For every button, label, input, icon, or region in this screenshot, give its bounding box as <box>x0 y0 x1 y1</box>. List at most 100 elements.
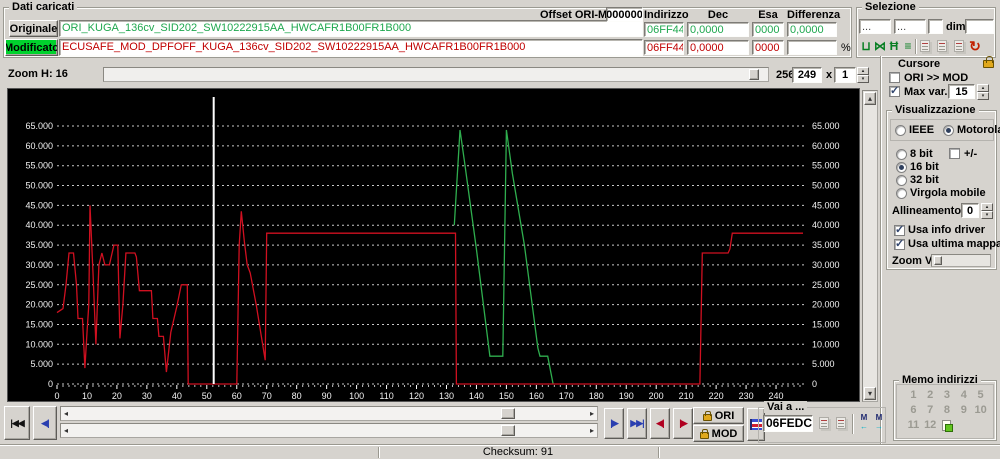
allineamento-spinner[interactable]: ▴ ▾ <box>981 203 993 219</box>
max-var-spinner[interactable]: ▴ ▾ <box>977 84 989 100</box>
motorola-radio[interactable] <box>943 125 954 136</box>
mod-dec-value: 0,0000 <box>687 40 749 55</box>
svg-text:20.000: 20.000 <box>812 300 840 310</box>
address-list-prev-icon[interactable] <box>819 417 829 429</box>
allineamento-input[interactable]: 0 <box>961 203 979 218</box>
lock-mod-label: MOD <box>711 427 738 440</box>
spinner-up-icon[interactable]: ▴ <box>857 67 869 75</box>
lock-icon[interactable] <box>983 56 994 68</box>
virgola-mobile-radio[interactable] <box>896 188 907 199</box>
svg-text:45.000: 45.000 <box>812 200 840 210</box>
lock-ori-label: ORI <box>714 409 735 422</box>
zoom-h-slider-track[interactable] <box>103 67 769 82</box>
vai-a-input[interactable]: 06FEDC <box>763 415 813 432</box>
memo-slot[interactable]: 9 <box>955 404 972 418</box>
scroll-up-icon[interactable]: ▴ <box>864 92 876 105</box>
max-var-checkbox[interactable] <box>889 84 900 97</box>
bit32-radio[interactable] <box>896 175 907 186</box>
toolbar-divider <box>852 414 854 434</box>
hscroll-thumb-ori[interactable] <box>501 408 515 419</box>
scroll-left-icon[interactable]: ◂ <box>64 425 68 436</box>
zoom-v-slider-thumb[interactable] <box>934 256 942 265</box>
restore-selection-icon[interactable] <box>954 40 964 52</box>
memo-slot[interactable]: 12 <box>922 419 939 433</box>
chart-vscrollbar[interactable]: ▴ ▾ <box>862 90 878 402</box>
zoom-v-label: Zoom V: <box>892 255 936 267</box>
select-range-icon[interactable]: ⋈ <box>873 38 887 54</box>
ieee-radio[interactable] <box>895 125 906 136</box>
hscroll-thumb-mod[interactable] <box>501 425 515 436</box>
selection-len-input[interactable] <box>928 19 943 34</box>
memo-slot[interactable]: 10 <box>972 404 989 418</box>
step-forward-button[interactable]: |▶ <box>604 408 624 439</box>
memo-slot[interactable]: 11 <box>905 419 922 433</box>
hscrollbar-ori[interactable]: ◂ ▸ <box>60 406 598 421</box>
plusminus-checkbox[interactable] <box>949 148 960 159</box>
spinner-up-icon[interactable]: ▴ <box>981 203 993 211</box>
offset-value: 000000 <box>606 7 643 22</box>
spinner-down-icon[interactable]: ▾ <box>981 211 993 219</box>
zoom-h-factor-spinner[interactable]: ▴ ▾ <box>857 67 869 83</box>
refresh-icon[interactable]: ↻ <box>968 38 982 54</box>
svg-text:130: 130 <box>439 391 454 401</box>
selection-from-input[interactable]: ... <box>859 19 891 34</box>
bit16-radio[interactable] <box>896 162 907 173</box>
memo-slot[interactable]: 8 <box>939 404 956 418</box>
memo-slot[interactable]: 2 <box>922 389 939 403</box>
marker-prev-icon[interactable]: M ← <box>857 413 871 431</box>
step-back-diff-button[interactable]: ◀| <box>650 408 670 439</box>
memo-slot[interactable]: 1 <box>905 389 922 403</box>
zoom-h-slider-thumb[interactable] <box>749 69 759 80</box>
svg-text:0: 0 <box>812 379 817 389</box>
usa-info-driver-checkbox[interactable] <box>894 223 905 236</box>
zoom-v-slider-track[interactable] <box>931 254 991 267</box>
scroll-down-icon[interactable]: ▾ <box>864 387 876 400</box>
scroll-right-icon[interactable]: ▸ <box>590 408 594 419</box>
map-chart[interactable]: 0 0 5.000 5.000 10.000 10.000 15.000 15.000 20.0… <box>7 88 860 402</box>
svg-text:30.000: 30.000 <box>25 260 53 270</box>
scroll-right-icon[interactable]: ▸ <box>590 425 594 436</box>
usa-ultima-mappa-checkbox[interactable] <box>894 237 905 250</box>
svg-text:30: 30 <box>142 391 152 401</box>
max-var-input[interactable]: 15 <box>948 84 975 99</box>
step-forward-diff-button[interactable]: |▶ <box>673 408 693 439</box>
select-rows-icon[interactable]: ≡ <box>901 38 915 54</box>
modificato-button[interactable]: Modificato <box>5 39 58 56</box>
spinner-down-icon[interactable]: ▾ <box>977 92 989 100</box>
memo-clear-icon[interactable] <box>939 419 956 433</box>
step-back-button[interactable]: ◀| <box>33 406 57 440</box>
fast-forward-button[interactable]: ▶▶| <box>627 408 647 439</box>
checksum-status: Checksum: 91 <box>482 446 554 458</box>
spinner-up-icon[interactable]: ▴ <box>977 84 989 92</box>
col-dec: Dec <box>707 9 729 21</box>
address-list-next-icon[interactable] <box>836 417 846 429</box>
memo-slot[interactable]: 4 <box>955 389 972 403</box>
percent-label: % <box>841 42 851 54</box>
select-width-icon[interactable]: Ħ <box>887 38 901 54</box>
lock-ori-button[interactable]: ORI <box>693 407 744 424</box>
paste-selection-icon[interactable] <box>937 40 947 52</box>
scroll-left-icon[interactable]: ◂ <box>64 408 68 419</box>
spinner-down-icon[interactable]: ▾ <box>857 75 869 83</box>
bit8-radio[interactable] <box>896 149 907 160</box>
svg-text:90: 90 <box>322 391 332 401</box>
zoom-h-factor-input[interactable]: 1 <box>834 67 856 83</box>
select-start-icon[interactable]: ⊔ <box>859 38 873 54</box>
memo-slot[interactable]: 3 <box>939 389 956 403</box>
map-chart-canvas[interactable]: 0 05.000 5.00010.000 10.00015.000 15.00020.0… <box>8 89 859 401</box>
lock-mod-button[interactable]: MOD <box>693 425 744 442</box>
go-first-button[interactable]: |◀◀ <box>4 406 30 440</box>
memo-slot[interactable]: 5 <box>972 389 989 403</box>
ori-to-mod-checkbox[interactable] <box>889 72 900 83</box>
memo-slot[interactable]: 7 <box>922 404 939 418</box>
memo-slot[interactable]: 6 <box>905 404 922 418</box>
svg-text:0: 0 <box>48 379 53 389</box>
hscrollbar-mod[interactable]: ◂ ▸ <box>60 423 598 438</box>
selection-to-input[interactable]: ... <box>894 19 926 34</box>
ori-dec-value: 0,0000 <box>687 22 749 37</box>
marker-next-icon[interactable]: M → <box>872 413 886 431</box>
copy-selection-icon[interactable] <box>920 40 930 52</box>
mod-indirizzo-value: 06FF44 <box>644 40 684 55</box>
dim-input[interactable] <box>965 19 994 34</box>
originale-button[interactable]: Originale <box>9 20 58 37</box>
